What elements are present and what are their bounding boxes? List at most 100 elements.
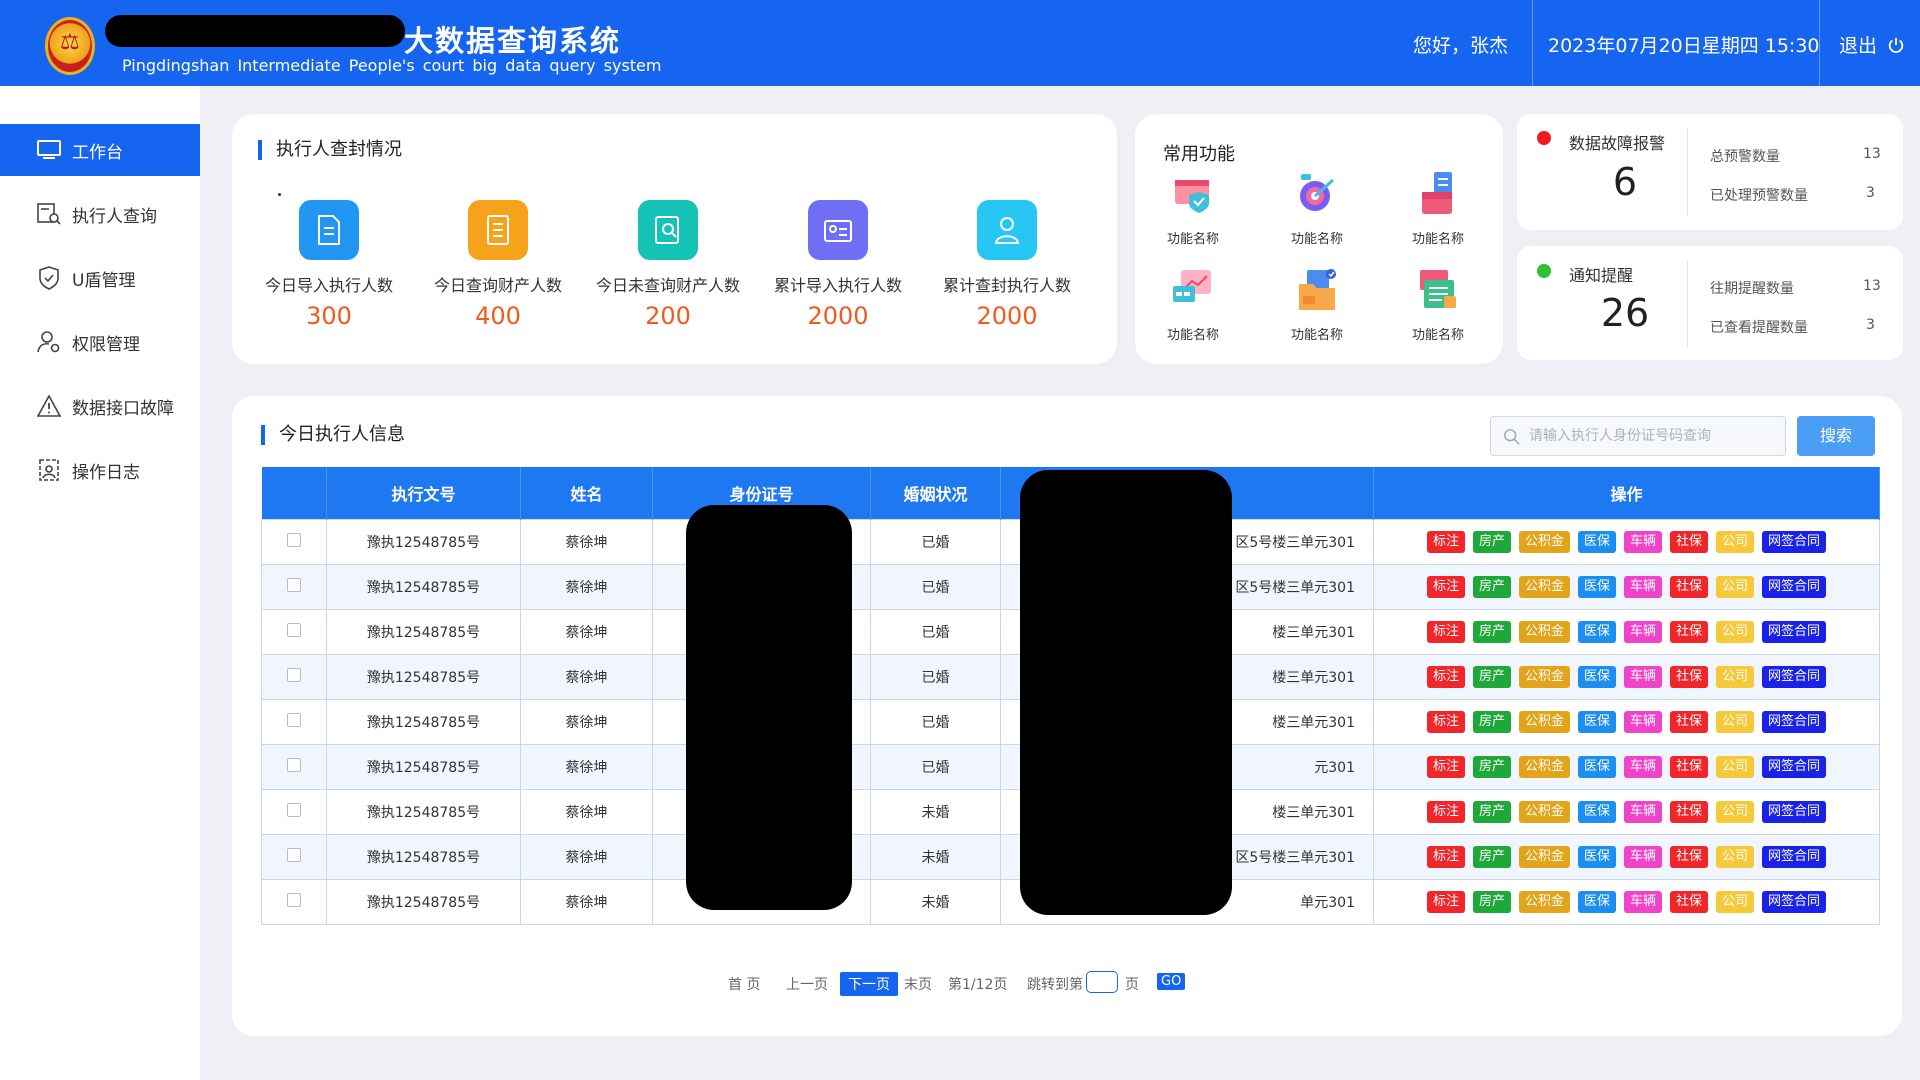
action-button[interactable]: 公司 (1716, 845, 1755, 868)
action-button[interactable]: 公积金 (1518, 890, 1570, 913)
row-checkbox[interactable] (287, 892, 301, 907)
stat-today-unqueried[interactable]: 今日未查询财产人数 200 (593, 200, 743, 330)
action-button[interactable]: 社保 (1670, 665, 1709, 688)
action-button[interactable]: 公司 (1716, 620, 1755, 643)
action-button[interactable]: 公积金 (1518, 845, 1570, 868)
action-button[interactable]: 网签合同 (1762, 620, 1827, 643)
action-button[interactable]: 网签合同 (1762, 755, 1827, 778)
action-button[interactable]: 房产 (1472, 665, 1511, 688)
action-button[interactable]: 社保 (1670, 845, 1709, 868)
action-button[interactable]: 社保 (1670, 800, 1709, 823)
action-button[interactable]: 公司 (1716, 665, 1755, 688)
action-button[interactable]: 标注 (1426, 575, 1465, 598)
action-button[interactable]: 社保 (1670, 890, 1709, 913)
action-button[interactable]: 车辆 (1624, 845, 1663, 868)
row-checkbox[interactable] (287, 577, 301, 592)
action-button[interactable]: 车辆 (1624, 575, 1663, 598)
action-button[interactable]: 社保 (1670, 620, 1709, 643)
first-page-link[interactable]: 首 页 (728, 974, 760, 994)
action-button[interactable]: 标注 (1426, 800, 1465, 823)
action-button[interactable]: 标注 (1426, 665, 1465, 688)
sidebar-item-ukey-management[interactable]: U盾管理 (0, 252, 200, 304)
action-button[interactable]: 社保 (1670, 530, 1709, 553)
action-button[interactable]: 房产 (1472, 890, 1511, 913)
action-button[interactable]: 车辆 (1624, 890, 1663, 913)
action-button[interactable]: 医保 (1577, 800, 1616, 823)
id-search-box[interactable] (1490, 416, 1786, 456)
action-button[interactable]: 车辆 (1624, 530, 1663, 553)
stat-total-imported[interactable]: 累计导入执行人数 2000 (763, 200, 913, 330)
row-checkbox[interactable] (287, 802, 301, 817)
action-button[interactable]: 房产 (1472, 530, 1511, 553)
action-button[interactable]: 医保 (1577, 710, 1616, 733)
action-button[interactable]: 房产 (1472, 845, 1511, 868)
action-button[interactable]: 医保 (1577, 575, 1616, 598)
sidebar-item-interface-fault[interactable]: 数据接口故障 (0, 380, 200, 432)
sidebar-item-executor-query[interactable]: 执行人查询 (0, 188, 200, 240)
action-button[interactable]: 网签合同 (1762, 800, 1827, 823)
action-button[interactable]: 医保 (1577, 890, 1616, 913)
action-button[interactable]: 公积金 (1518, 800, 1570, 823)
id-search-input[interactable] (1529, 417, 1779, 455)
function-item[interactable]: 功能名称 (1393, 170, 1483, 247)
action-button[interactable]: 网签合同 (1762, 710, 1827, 733)
sidebar-item-operation-log[interactable]: 操作日志 (0, 444, 200, 496)
action-button[interactable]: 公司 (1716, 890, 1755, 913)
action-button[interactable]: 公积金 (1518, 755, 1570, 778)
action-button[interactable]: 公司 (1716, 755, 1755, 778)
action-button[interactable]: 房产 (1472, 800, 1511, 823)
action-button[interactable]: 网签合同 (1762, 530, 1827, 553)
action-button[interactable]: 标注 (1426, 710, 1465, 733)
action-button[interactable]: 标注 (1426, 530, 1465, 553)
action-button[interactable]: 标注 (1426, 620, 1465, 643)
action-button[interactable]: 网签合同 (1762, 845, 1827, 868)
action-button[interactable]: 公司 (1716, 575, 1755, 598)
stat-total-seized[interactable]: 累计查封执行人数 2000 (932, 200, 1082, 330)
row-checkbox[interactable] (287, 667, 301, 682)
action-button[interactable]: 房产 (1472, 620, 1511, 643)
action-button[interactable]: 公积金 (1518, 710, 1570, 733)
function-item[interactable]: 功能名称 (1272, 266, 1362, 343)
go-button[interactable]: GO (1157, 973, 1186, 990)
action-button[interactable]: 车辆 (1624, 800, 1663, 823)
action-button[interactable]: 房产 (1472, 755, 1511, 778)
action-button[interactable]: 公积金 (1518, 620, 1570, 643)
action-button[interactable]: 车辆 (1624, 710, 1663, 733)
action-button[interactable]: 车辆 (1624, 755, 1663, 778)
sidebar-item-permission[interactable]: 权限管理 (0, 316, 200, 368)
action-button[interactable]: 医保 (1577, 530, 1616, 553)
action-button[interactable]: 网签合同 (1762, 665, 1827, 688)
jump-page-input[interactable] (1086, 971, 1118, 993)
row-checkbox[interactable] (287, 622, 301, 637)
prev-page-link[interactable]: 上一页 (786, 974, 828, 994)
action-button[interactable]: 公积金 (1518, 575, 1570, 598)
action-button[interactable]: 公司 (1716, 710, 1755, 733)
action-button[interactable]: 房产 (1472, 710, 1511, 733)
stat-today-imported[interactable]: 今日导入执行人数 300 (254, 200, 404, 330)
function-item[interactable]: 功能名称 (1272, 170, 1362, 247)
row-checkbox[interactable] (287, 847, 301, 862)
action-button[interactable]: 车辆 (1624, 665, 1663, 688)
search-button[interactable]: 搜索 (1797, 416, 1875, 456)
row-checkbox[interactable] (287, 757, 301, 772)
action-button[interactable]: 车辆 (1624, 620, 1663, 643)
last-page-link[interactable]: 末页 (904, 974, 932, 994)
action-button[interactable]: 公司 (1716, 800, 1755, 823)
next-page-button[interactable]: 下一页 (840, 972, 898, 996)
action-button[interactable]: 标注 (1426, 755, 1465, 778)
function-item[interactable]: 功能名称 (1148, 170, 1238, 247)
action-button[interactable]: 标注 (1426, 845, 1465, 868)
action-button[interactable]: 公司 (1716, 530, 1755, 553)
action-button[interactable]: 社保 (1670, 575, 1709, 598)
action-button[interactable]: 标注 (1426, 890, 1465, 913)
row-checkbox[interactable] (287, 712, 301, 727)
logout-button[interactable]: 退出 (1839, 31, 1905, 58)
action-button[interactable]: 公积金 (1518, 665, 1570, 688)
row-checkbox[interactable] (287, 532, 301, 547)
sidebar-item-workbench[interactable]: 工作台 (0, 124, 200, 176)
action-button[interactable]: 社保 (1670, 710, 1709, 733)
action-button[interactable]: 医保 (1577, 845, 1616, 868)
function-item[interactable]: 功能名称 (1148, 266, 1238, 343)
function-item[interactable]: 功能名称 (1393, 266, 1483, 343)
stat-today-queried[interactable]: 今日查询财产人数 400 (423, 200, 573, 330)
